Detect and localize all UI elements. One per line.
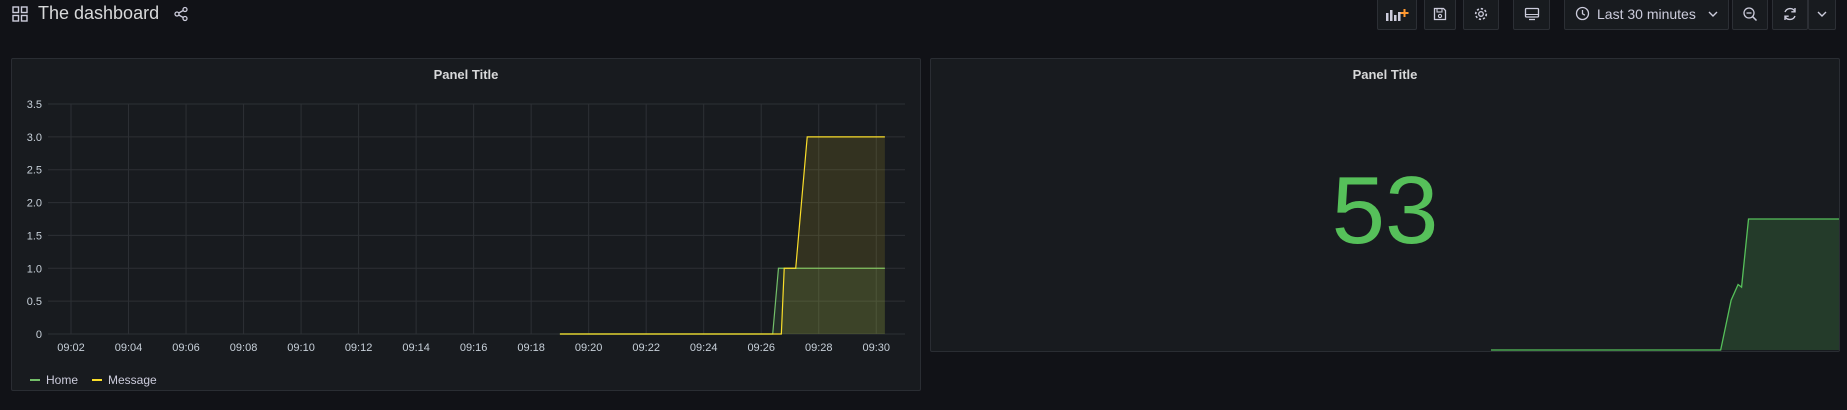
sparkline — [1491, 218, 1839, 351]
legend-swatch-home — [30, 379, 40, 381]
x-tick-label: 09:30 — [862, 342, 890, 354]
add-panel-icon — [1385, 6, 1409, 22]
x-tick-label: 09:02 — [57, 342, 85, 354]
save-icon — [1433, 7, 1447, 21]
legend-label-message: Message — [108, 373, 157, 387]
share-icon[interactable] — [173, 6, 189, 22]
x-tick-label: 09:18 — [517, 342, 545, 354]
x-tick-label: 09:20 — [575, 342, 603, 354]
apps-grid-icon[interactable] — [12, 5, 28, 22]
y-tick-label: 1.0 — [27, 263, 42, 275]
x-tick-label: 09:26 — [747, 342, 775, 354]
y-tick-label: 2.0 — [27, 198, 42, 210]
legend-item-home[interactable]: Home — [30, 373, 78, 387]
x-tick-label: 09:24 — [690, 342, 718, 354]
x-tick-label: 09:22 — [632, 342, 660, 354]
dashboard-title-area: The dashboard — [12, 3, 189, 24]
y-tick-label: 0.5 — [27, 296, 42, 308]
add-panel-button[interactable] — [1377, 0, 1417, 30]
legend-label-home: Home — [46, 373, 79, 387]
y-tick-label: 1.5 — [27, 230, 42, 242]
x-tick-label: 09:12 — [345, 342, 373, 354]
cycle-view-mode-button[interactable] — [1513, 0, 1550, 30]
refresh-icon — [1782, 6, 1798, 22]
graph-panel: Panel Title 0 0.5 1.0 1.5 2.0 2.5 3.0 3.5 09:02 0… — [11, 58, 921, 391]
time-range-label: Last 30 minutes — [1597, 5, 1696, 22]
x-tick-label: 09:16 — [460, 342, 488, 354]
time-series-chart: 0 0.5 1.0 1.5 2.0 2.5 3.0 3.5 09:02 09:04 09:06 09:… — [27, 99, 905, 354]
stat-panel: Panel Title 53 — [930, 58, 1840, 352]
x-tick-label: 09:28 — [805, 342, 833, 354]
dashboard-title[interactable]: The dashboard — [38, 3, 159, 24]
legend-swatch-message — [92, 379, 103, 381]
dashboard-settings-button[interactable] — [1463, 0, 1499, 30]
top-navbar: The dashboard Last 30 minutes — [0, 0, 1847, 34]
refresh-interval-dropdown[interactable] — [1808, 0, 1836, 30]
time-range-picker[interactable]: Last 30 minutes — [1564, 0, 1729, 30]
y-tick-label: 3.0 — [27, 132, 42, 144]
zoom-out-button[interactable] — [1732, 0, 1768, 30]
save-dashboard-button[interactable] — [1424, 0, 1456, 30]
sparkline-area — [1491, 219, 1839, 350]
y-tick-label: 2.5 — [27, 165, 42, 177]
monitor-icon — [1524, 7, 1540, 21]
legend-item-message[interactable]: Message — [92, 373, 157, 387]
chevron-down-icon — [1817, 10, 1827, 18]
chevron-down-icon — [1708, 10, 1718, 18]
gear-icon — [1473, 6, 1489, 22]
refresh-button[interactable] — [1772, 0, 1808, 30]
y-tick-label: 3.5 — [27, 99, 42, 111]
y-tick-label: 0 — [36, 329, 42, 341]
zoom-out-icon — [1742, 6, 1758, 22]
x-tick-label: 09:10 — [287, 342, 315, 354]
clock-icon — [1575, 6, 1590, 21]
x-tick-label: 09:08 — [230, 342, 258, 354]
chart-legend: Home Message — [30, 373, 157, 387]
x-tick-label: 09:06 — [172, 342, 200, 354]
x-tick-label: 09:04 — [115, 342, 143, 354]
x-tick-label: 09:14 — [402, 342, 430, 354]
